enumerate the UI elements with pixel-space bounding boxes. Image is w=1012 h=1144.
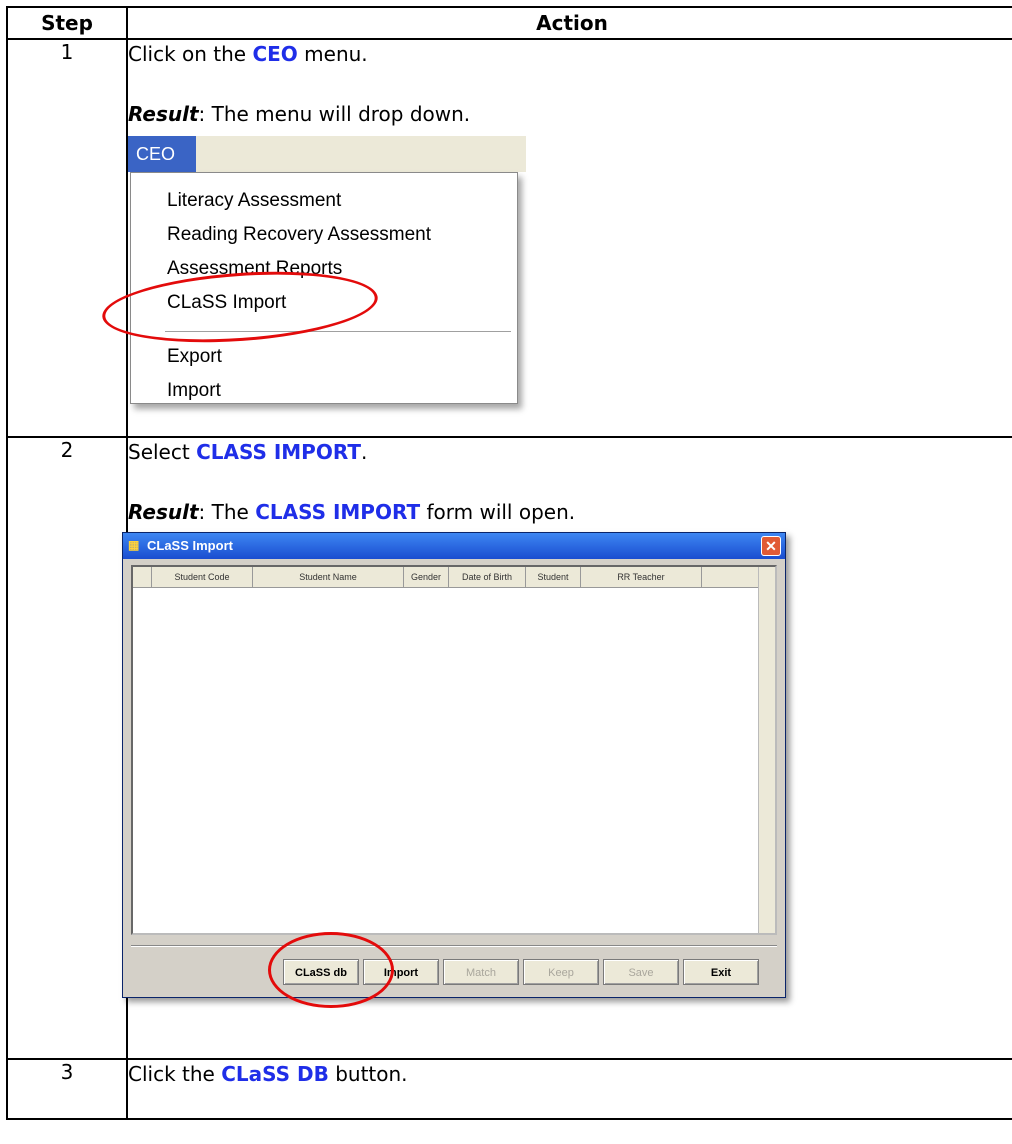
result-label: Result [128, 500, 199, 524]
table-row: 1 Click on the CEO menu. Result: The men… [6, 38, 1012, 438]
menu-item-import[interactable]: Import [167, 377, 221, 405]
column-header-student-code[interactable]: Student Code [152, 567, 253, 587]
dialog-divider [131, 945, 777, 947]
instruction-text: button. [328, 1062, 408, 1086]
menu-bar [196, 136, 526, 172]
keyword-class-import: CLASS IMPORT [255, 500, 421, 524]
table-row: 2 Select CLASS IMPORT. Result: The CLASS… [6, 436, 1012, 1060]
step-number: 3 [6, 1058, 128, 1120]
instruction-line: Click the CLaSS DB button. [128, 1060, 1012, 1088]
step-number: 1 [6, 38, 128, 438]
dialog-title-bar[interactable]: ▦ CLaSS Import ✕ [123, 533, 785, 559]
close-icon[interactable]: ✕ [761, 536, 781, 556]
result-text: : The menu will drop down. [198, 102, 471, 126]
save-button[interactable]: Save [603, 959, 679, 985]
action-cell: Select CLASS IMPORT. Result: The CLASS I… [122, 436, 1012, 1060]
keep-button[interactable]: Keep [523, 959, 599, 985]
keyword-class-import: CLASS IMPORT [196, 440, 361, 464]
grid-scrollbar[interactable] [758, 567, 775, 933]
highlight-circle [268, 932, 394, 1008]
grid-header: Student Code Student Name Gender Date of… [133, 567, 775, 588]
class-import-dialog: ▦ CLaSS Import ✕ Student Code Student Na… [122, 532, 786, 998]
match-button[interactable]: Match [443, 959, 519, 985]
step-column-header: Step [6, 6, 128, 40]
table-row: 3 Click the CLaSS DB button. [6, 1058, 1012, 1120]
instruction-text: Click on the [128, 42, 253, 66]
keyword-ceo: CEO [252, 42, 298, 66]
instruction-line: Click on the CEO menu. [128, 40, 1012, 68]
action-cell: Click the CLaSS DB button. [126, 1058, 1012, 1120]
instruction-text: menu. [297, 42, 368, 66]
menu-item-literacy-assessment[interactable]: Literacy Assessment [167, 187, 341, 215]
instruction-line: Select CLASS IMPORT. [128, 438, 1012, 466]
column-header-rr-teacher[interactable]: RR Teacher [581, 567, 702, 587]
exit-button[interactable]: Exit [683, 959, 759, 985]
menu-item-reading-recovery-assessment[interactable]: Reading Recovery Assessment [167, 221, 431, 249]
result-text: form will open. [420, 500, 576, 524]
ceo-menu-tab[interactable]: CEO [128, 136, 196, 172]
result-line: Result: The menu will drop down. [128, 100, 1012, 128]
instruction-text: . [360, 440, 368, 464]
class-import-screenshot: ▦ CLaSS Import ✕ Student Code Student Na… [122, 532, 802, 1014]
column-header-student-name[interactable]: Student Name [253, 567, 404, 587]
column-header-date-of-birth[interactable]: Date of Birth [449, 567, 526, 587]
ceo-menu-screenshot: CEO Literacy Assessment Reading Recovery… [99, 136, 528, 418]
result-line: Result: The CLASS IMPORT form will open. [128, 498, 1012, 526]
dialog-title: CLaSS Import [147, 538, 233, 553]
action-column-header: Action [126, 6, 1012, 40]
column-header-gender[interactable]: Gender [404, 567, 449, 587]
result-text: : The [198, 500, 256, 524]
student-grid[interactable]: Student Code Student Name Gender Date of… [131, 565, 777, 935]
instruction-text: Select [128, 440, 197, 464]
column-header-student[interactable]: Student [526, 567, 581, 587]
procedure-table: Step Action 1 Click on the CEO menu. Res… [6, 6, 1012, 1120]
action-cell: Click on the CEO menu. Result: The menu … [99, 38, 1012, 438]
step-number: 2 [6, 436, 128, 1060]
instruction-text: Click the [128, 1062, 222, 1086]
keyword-class-db: CLaSS DB [221, 1062, 329, 1086]
app-icon: ▦ [128, 538, 140, 552]
result-label: Result [128, 102, 199, 126]
table-header-row: Step Action [6, 6, 1012, 40]
menu-item-export[interactable]: Export [167, 343, 222, 371]
